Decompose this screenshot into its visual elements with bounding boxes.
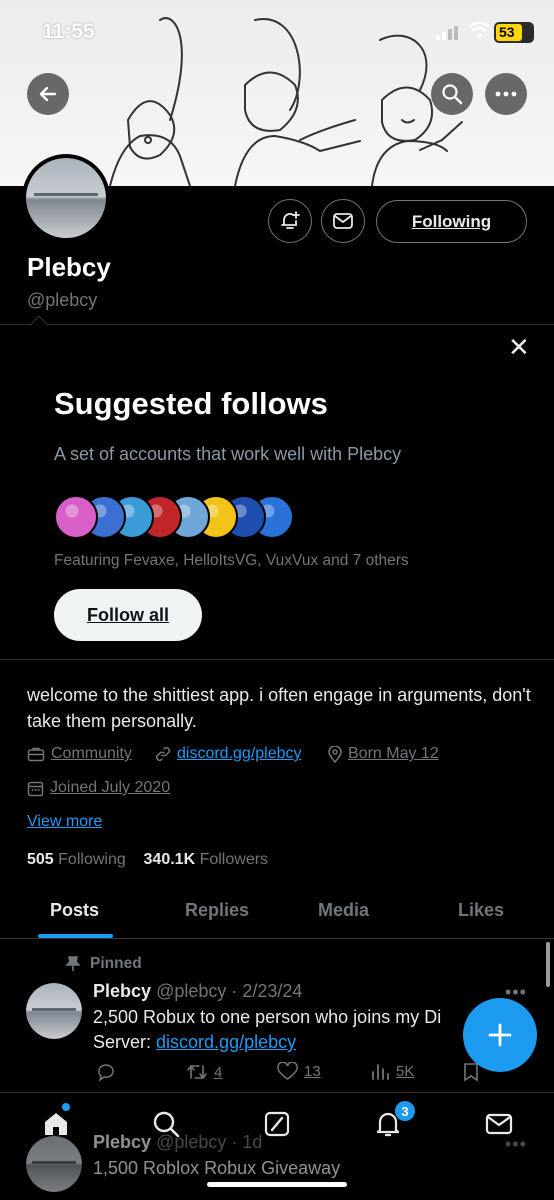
search-button[interactable] [431,73,473,115]
followers-label: Followers [199,851,269,868]
followers-count-link[interactable]: 340.1K Followers [144,851,269,868]
post-text: 1,500 Roblox Robux Giveaway [93,1158,341,1178]
battery-level: 53 [499,24,515,40]
post-actions: 4 13 5K [0,1062,554,1088]
cellular-signal-icon [436,26,458,40]
suggested-avatars[interactable] [54,495,314,541]
calendar-icon [27,781,44,796]
heart-icon [277,1062,298,1080]
link-icon [155,746,171,762]
post-header: Plebcy @plebcy · 1d [93,1132,262,1153]
joined-label: Joined July 2020 [50,779,171,796]
profile-category[interactable]: Community [27,745,132,763]
plus-icon [488,1023,512,1047]
divider [0,659,554,660]
post-text-line-2: Server: [93,1032,157,1052]
profile-website[interactable]: discord.gg/plebcy [155,745,302,763]
back-button[interactable] [27,73,69,115]
views-count: 5K [396,1062,415,1080]
compose-post-button[interactable] [463,998,537,1072]
post-meta: @plebcy · 2/23/24 [156,981,303,1001]
reply-button[interactable] [96,1062,116,1082]
followers-count: 340.1K [143,851,196,868]
tab-media[interactable]: Media [318,900,369,921]
tab-posts[interactable]: Posts [50,900,99,921]
post-more-button[interactable]: ••• [505,1134,527,1155]
nav-grok[interactable] [260,1107,294,1141]
notifications-subscribe-button[interactable] [268,199,312,243]
profile-handle: @plebcy [27,290,98,310]
post-author-name[interactable]: Plebcy [93,981,151,1001]
home-indicator[interactable] [207,1182,347,1187]
post-link[interactable]: discord.gg/plebcy [156,1032,296,1052]
profile-tabs: Posts Replies Media Likes [0,890,554,939]
birthday-label: Born May 12 [348,745,439,762]
home-icon [45,1113,67,1135]
scrollbar[interactable] [546,942,550,987]
category-label[interactable]: Community [51,745,132,763]
bookmark-icon [464,1063,478,1082]
website-link[interactable]: discord.gg/plebcy [177,745,302,763]
following-label: Following [58,851,126,868]
tab-replies[interactable]: Replies [185,900,249,921]
close-suggestions-button[interactable]: ✕ [508,334,530,360]
suggested-follows-subtitle: A set of accounts that work well with Pl… [54,444,402,464]
briefcase-icon [27,747,45,762]
grok-icon [264,1111,290,1137]
location-icon [328,745,342,763]
views-icon [372,1064,389,1080]
suggested-account-avatar[interactable] [54,495,98,539]
follow-all-button[interactable]: Follow all [54,589,202,641]
repost-count: 4 [214,1063,223,1081]
wifi-icon [468,22,490,38]
suggested-follows-title: Suggested follows [54,386,328,421]
suggestion-pointer [30,315,48,333]
post-text-line-1: 2,500 Robux to one person who joins my D… [93,1007,442,1027]
back-arrow-icon [39,86,57,102]
more-options-button[interactable] [485,73,527,115]
profile-bio: welcome to the shittiest app. i often en… [27,685,531,731]
pinned-indicator: Pinned [66,955,142,973]
post-author-name[interactable]: Plebcy [93,1132,151,1152]
status-time: 11:55 [42,20,95,43]
home-unread-dot [62,1103,70,1111]
search-icon [442,84,463,105]
profile-avatar[interactable] [22,154,110,242]
mail-icon [485,1113,513,1135]
divider [0,324,554,325]
message-button[interactable] [321,199,365,243]
notifications-badge: 3 [395,1101,415,1121]
post-author-avatar[interactable] [26,1136,82,1192]
tab-likes[interactable]: Likes [458,900,504,921]
post-author-avatar[interactable] [26,983,82,1039]
profile-name: Plebcy [27,252,111,282]
bell-plus-icon [281,211,300,229]
profile-joined: Joined July 2020 [27,779,170,797]
pin-icon [66,956,80,971]
status-bar: 11:55 53 [0,0,554,66]
like-count: 13 [304,1063,321,1080]
bookmark-button[interactable] [462,1062,480,1082]
follow-counts: 505 Following 340.1K Followers [27,851,268,869]
reply-icon [98,1064,114,1082]
following-button[interactable]: Following [376,200,527,243]
repost-button[interactable]: 4 [186,1062,222,1082]
view-more-link[interactable]: View more [27,813,102,831]
views-button[interactable]: 5K [370,1062,414,1080]
mail-icon [333,213,353,229]
following-count: 505 [27,851,54,868]
profile-birthday: Born May 12 [328,745,439,763]
featuring-text: Featuring Fevaxe, HelloItsVG, VuxVux and… [54,552,409,569]
like-button[interactable]: 13 [277,1062,321,1081]
repost-icon [187,1064,207,1080]
post-header: Plebcy @plebcy · 2/23/24 [93,981,302,1002]
post-meta: @plebcy · 1d [156,1132,263,1152]
pinned-label: Pinned [90,955,142,972]
active-tab-indicator [38,934,113,938]
following-count-link[interactable]: 505 Following [27,851,126,868]
post-text: 2,500 Robux to one person who joins my D… [93,1005,473,1055]
battery-indicator: 53 [494,22,534,43]
more-icon [495,91,517,97]
